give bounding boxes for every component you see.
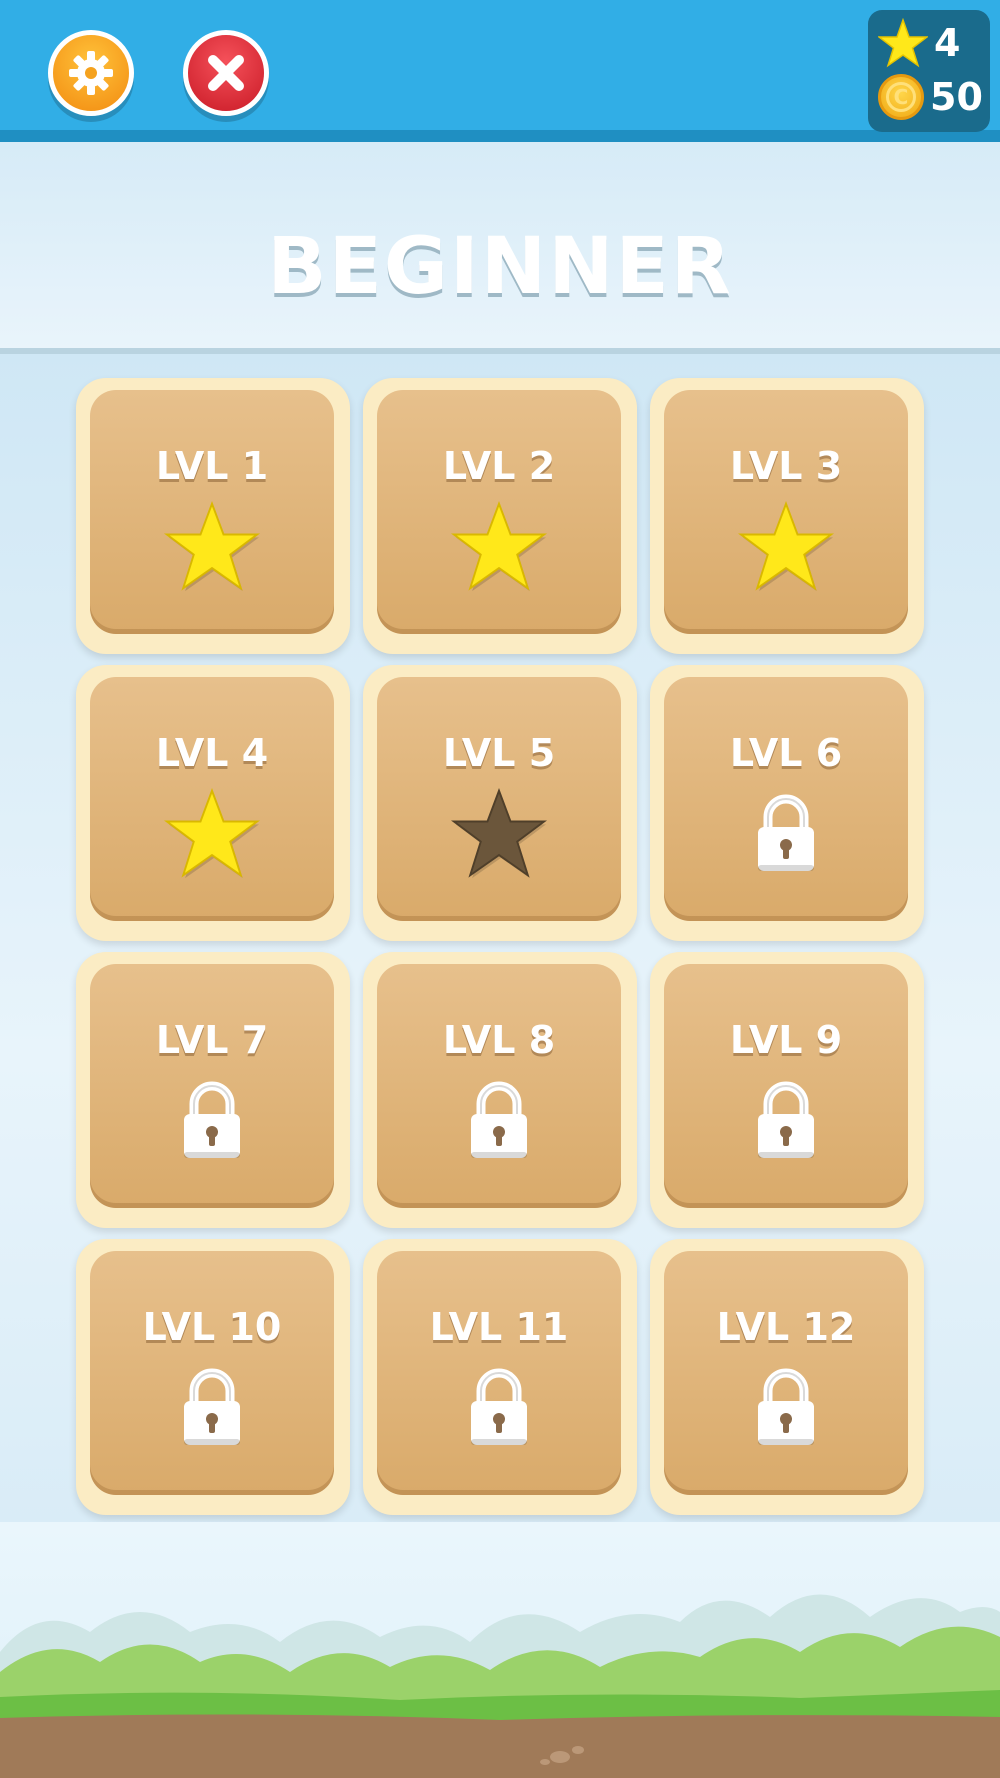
settings-button[interactable] bbox=[48, 30, 134, 116]
level-tile-10[interactable]: LVL 10 bbox=[76, 1239, 350, 1515]
star-icon bbox=[738, 498, 834, 594]
star-icon bbox=[878, 18, 928, 68]
level-tile-4[interactable]: LVL 4 bbox=[76, 665, 350, 941]
lock-icon bbox=[738, 1072, 834, 1168]
level-tile-2[interactable]: LVL 2 bbox=[363, 378, 637, 654]
level-tile-face: LVL 4 bbox=[90, 677, 334, 921]
level-label: LVL 2 bbox=[442, 444, 556, 488]
level-tile-7[interactable]: LVL 7 bbox=[76, 952, 350, 1228]
stars-count: 4 bbox=[934, 21, 961, 65]
level-label: LVL 5 bbox=[442, 731, 556, 775]
title-band: BEGINNER bbox=[0, 142, 1000, 354]
lock-icon bbox=[164, 1072, 260, 1168]
level-tile-face: LVL 8 bbox=[377, 964, 621, 1208]
empty-star-icon bbox=[451, 785, 547, 881]
lock-icon bbox=[164, 1359, 260, 1455]
level-tile-face: LVL 2 bbox=[377, 390, 621, 634]
star-icon bbox=[164, 498, 260, 594]
level-tile-face: LVL 10 bbox=[90, 1251, 334, 1495]
top-bar: 4 C 50 bbox=[0, 0, 1000, 142]
level-tile-1[interactable]: LVL 1 bbox=[76, 378, 350, 654]
level-tile-9[interactable]: LVL 9 bbox=[650, 952, 924, 1228]
lock-icon bbox=[738, 785, 834, 881]
coin-counter: C 50 bbox=[878, 72, 983, 122]
currency-panel: 4 C 50 bbox=[868, 10, 990, 132]
level-tile-3[interactable]: LVL 3 bbox=[650, 378, 924, 654]
level-tile-face: LVL 12 bbox=[664, 1251, 908, 1495]
level-label: LVL 12 bbox=[716, 1305, 856, 1349]
level-label: LVL 7 bbox=[155, 1018, 269, 1062]
level-tile-face: LVL 1 bbox=[90, 390, 334, 634]
level-label: LVL 6 bbox=[729, 731, 843, 775]
level-tile-face: LVL 7 bbox=[90, 964, 334, 1208]
level-tile-8[interactable]: LVL 8 bbox=[363, 952, 637, 1228]
level-tile-face: LVL 11 bbox=[377, 1251, 621, 1495]
lock-icon bbox=[451, 1359, 547, 1455]
hills-scenery bbox=[0, 1594, 1000, 1778]
coins-count: 50 bbox=[930, 75, 983, 119]
level-tile-face: LVL 5 bbox=[377, 677, 621, 921]
close-button[interactable] bbox=[183, 30, 269, 116]
star-counter: 4 bbox=[878, 18, 960, 68]
lock-icon bbox=[451, 1072, 547, 1168]
level-tile-face: LVL 6 bbox=[664, 677, 908, 921]
level-label: LVL 11 bbox=[429, 1305, 569, 1349]
level-tile-6[interactable]: LVL 6 bbox=[650, 665, 924, 941]
lock-icon bbox=[738, 1359, 834, 1455]
star-icon bbox=[164, 785, 260, 881]
close-icon bbox=[208, 55, 244, 91]
star-icon bbox=[451, 498, 547, 594]
level-grid: LVL 1 LVL 2 LVL 3 LVL 4 LVL 5 LVL 6 LVL 7 LVL 8… bbox=[0, 354, 1000, 1532]
level-label: LVL 1 bbox=[155, 444, 269, 488]
coin-icon: C bbox=[878, 74, 924, 120]
level-label: LVL 10 bbox=[142, 1305, 282, 1349]
level-tile-5[interactable]: LVL 5 bbox=[363, 665, 637, 941]
ground-scenery bbox=[0, 1522, 1000, 1778]
page-title: BEGINNER bbox=[267, 222, 733, 312]
level-label: LVL 3 bbox=[729, 444, 843, 488]
level-label: LVL 4 bbox=[155, 731, 269, 775]
level-label: LVL 9 bbox=[729, 1018, 843, 1062]
level-label: LVL 8 bbox=[442, 1018, 556, 1062]
level-tile-face: LVL 9 bbox=[664, 964, 908, 1208]
level-tile-11[interactable]: LVL 11 bbox=[363, 1239, 637, 1515]
level-tile-12[interactable]: LVL 12 bbox=[650, 1239, 924, 1515]
gear-icon bbox=[69, 51, 113, 95]
level-tile-face: LVL 3 bbox=[664, 390, 908, 634]
